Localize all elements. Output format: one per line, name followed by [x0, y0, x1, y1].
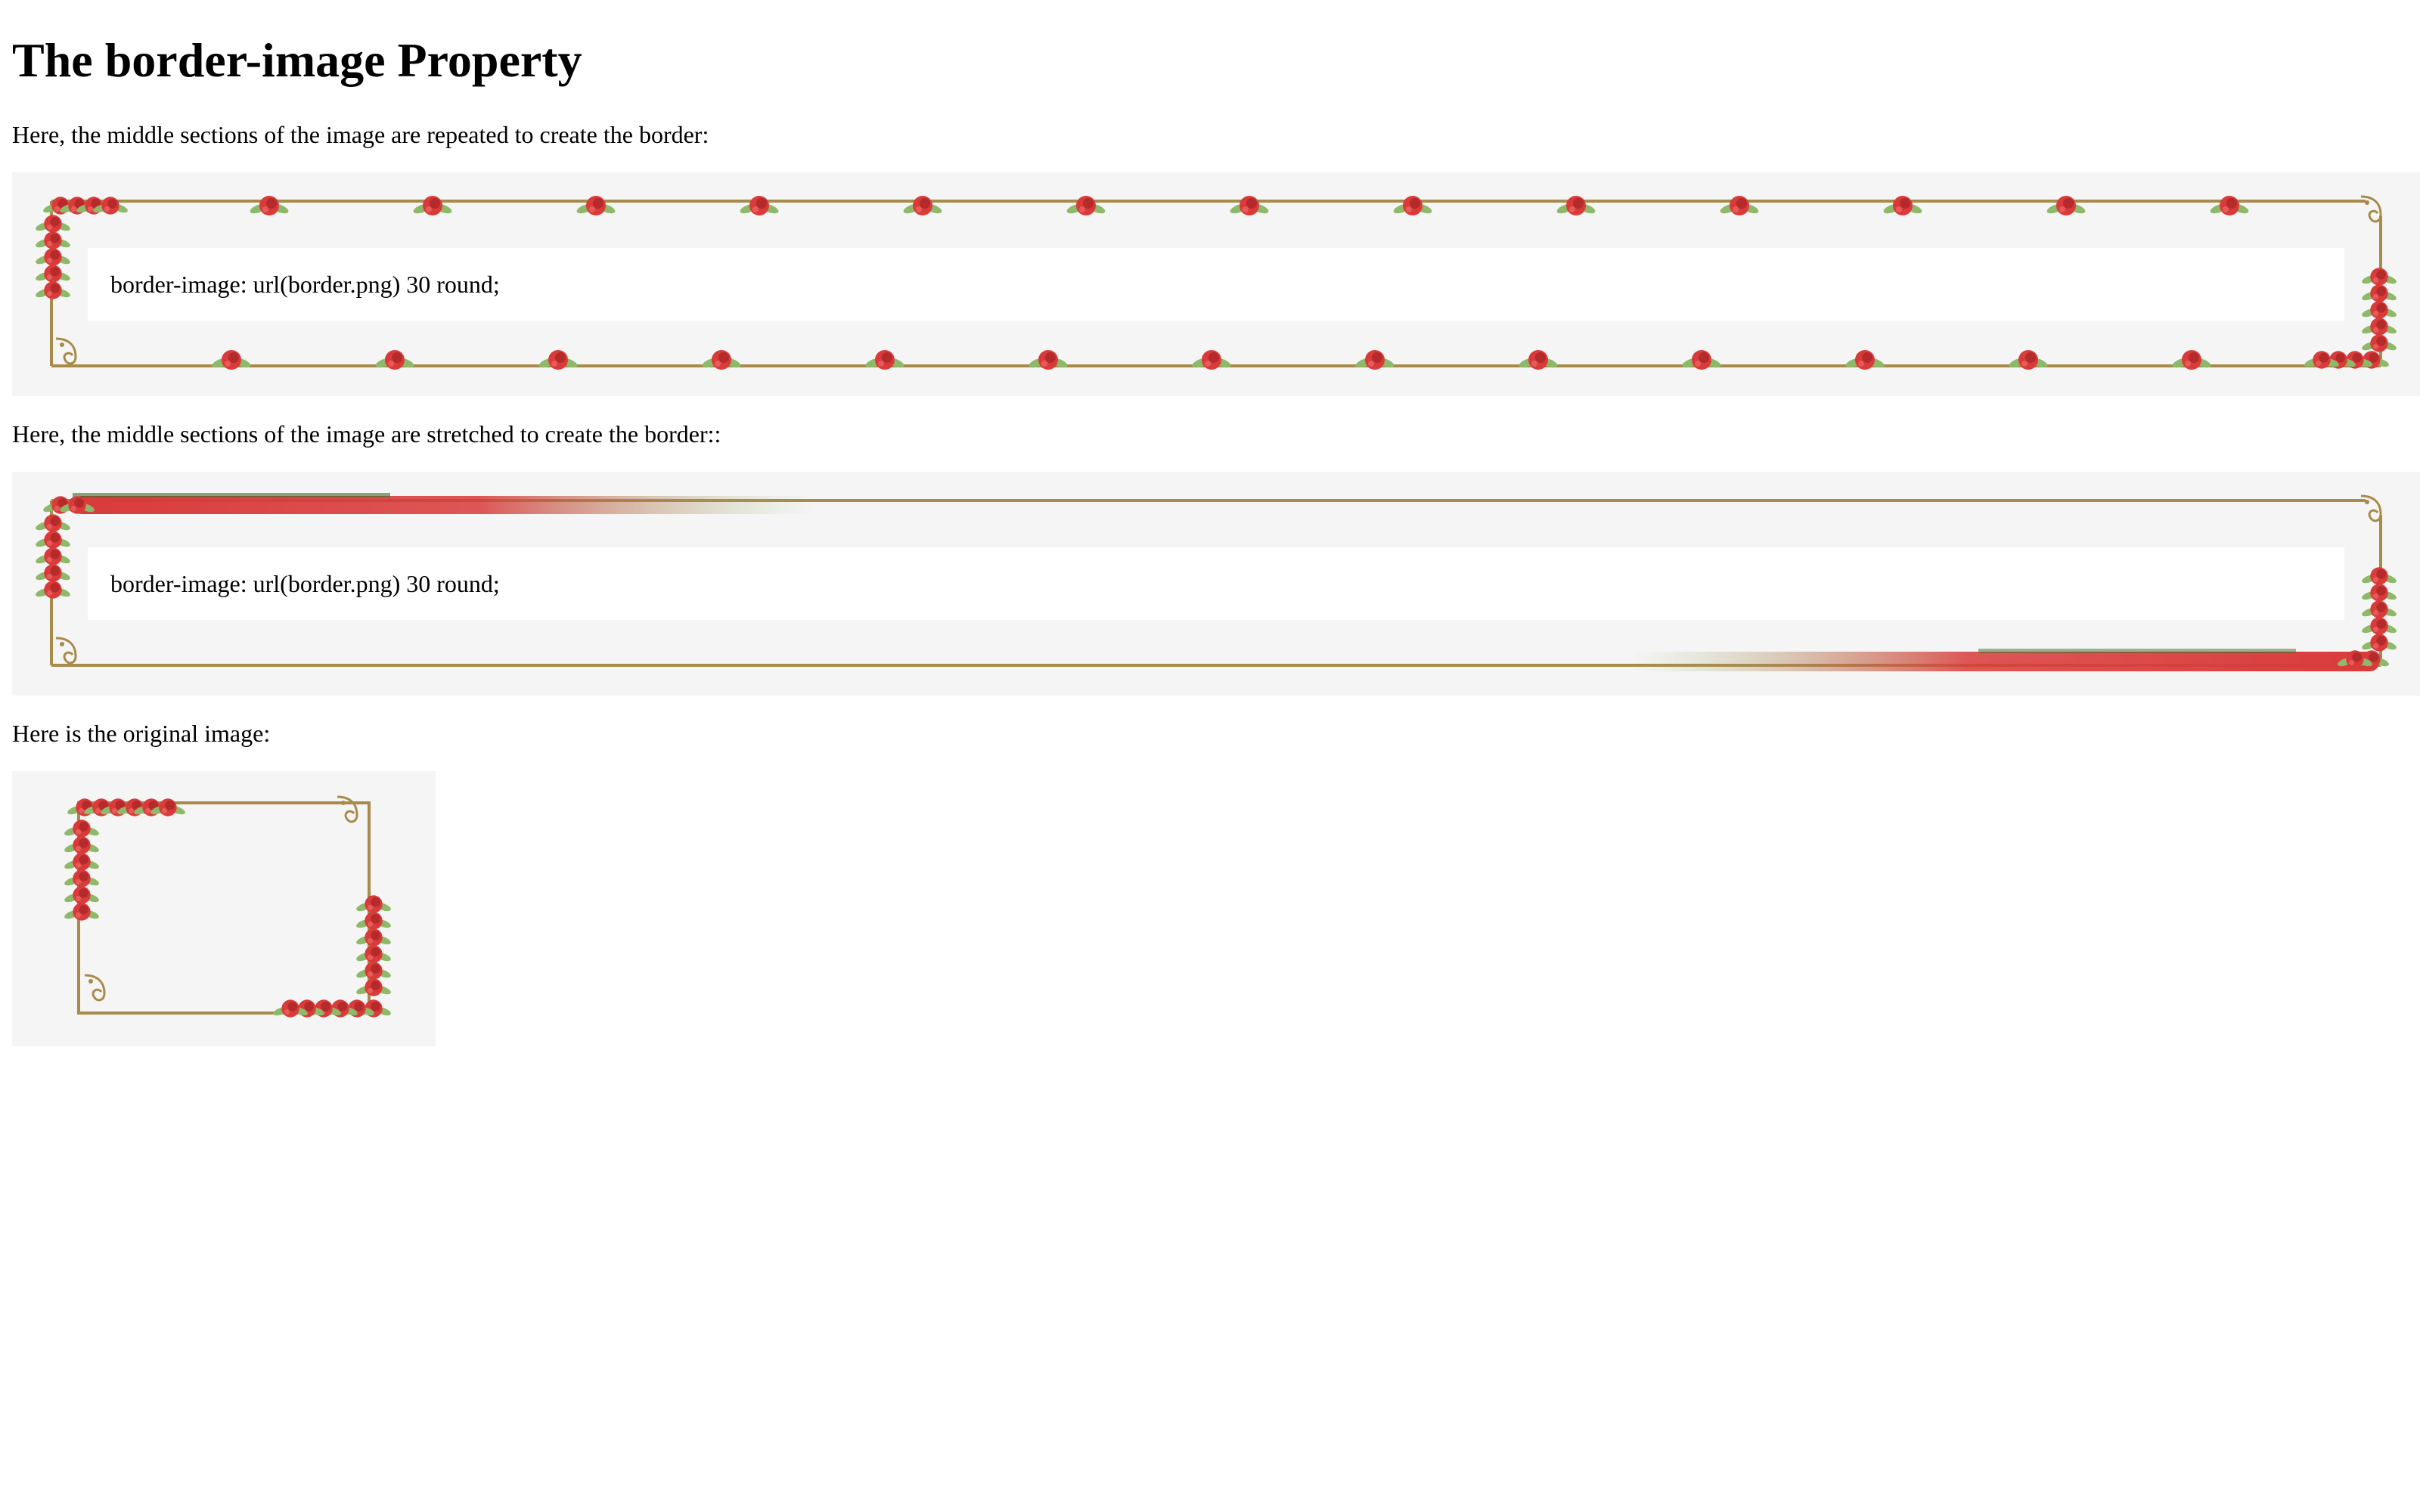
rose-icon — [2362, 318, 2397, 336]
stretch-border-demo: border-image: url(border.png) 30 round; — [12, 472, 2420, 696]
rose-icon — [2362, 600, 2397, 618]
rose-icon — [1393, 196, 1432, 215]
rose-icon — [250, 196, 289, 215]
rose-icon — [538, 350, 578, 370]
rose-icon — [1355, 350, 1395, 370]
section2-text: Here, the middle sections of the image a… — [12, 420, 721, 448]
rose-icon — [356, 912, 391, 930]
rose-icon — [413, 196, 452, 215]
rose-icon — [2362, 268, 2397, 286]
rose-icon — [36, 265, 70, 283]
rose-icon — [1845, 350, 1885, 370]
rose-icon — [212, 350, 251, 370]
original-border-image — [64, 795, 391, 1018]
rose-icon — [36, 531, 70, 549]
rose-icon — [2362, 284, 2397, 302]
corner-scroll-icon — [337, 795, 358, 823]
rose-icon — [64, 836, 99, 854]
rose-icon — [2362, 334, 2397, 352]
rose-icon — [375, 350, 414, 370]
rose-icon — [1682, 350, 1721, 370]
rose-icon — [1883, 196, 1922, 215]
rose-icon — [740, 196, 779, 215]
rose-icon — [702, 350, 741, 370]
round-border-demo: border-image: url(border.png) 30 round; — [12, 172, 2420, 396]
rose-icon — [36, 581, 70, 599]
rose-icon — [2362, 567, 2397, 585]
rose-icon — [36, 564, 70, 582]
rose-icon — [865, 350, 904, 370]
rose-icon — [2362, 634, 2397, 652]
rose-icon — [36, 215, 70, 233]
rose-icon — [36, 547, 70, 565]
rose-icon — [36, 248, 70, 266]
stretch-border-code: border-image: url(border.png) 30 round; — [110, 570, 500, 597]
rose-icon — [64, 886, 99, 904]
rose-icon — [36, 514, 70, 532]
stretched-bottom-streak — [1630, 652, 2379, 671]
rose-icon — [64, 903, 99, 921]
section1-text: Here, the middle sections of the image a… — [12, 121, 709, 148]
rose-icon — [64, 853, 99, 871]
rose-icon — [1519, 350, 1558, 370]
rose-icon — [64, 869, 99, 888]
rose-icon — [356, 895, 391, 913]
rose-icon — [2362, 301, 2397, 319]
corner-scroll-icon — [55, 637, 77, 665]
rose-icon — [356, 962, 391, 980]
round-border-code: border-image: url(border.png) 30 round; — [110, 271, 500, 298]
corner-scroll-icon — [84, 974, 106, 1002]
page-title: The border-image Property — [12, 33, 582, 87]
rose-icon — [576, 196, 616, 215]
rose-icon — [1066, 196, 1106, 215]
rose-icon — [356, 978, 391, 996]
corner-scroll-icon — [55, 337, 77, 365]
rose-icon — [36, 281, 70, 299]
stretch-border-content: border-image: url(border.png) 30 round; — [88, 547, 2344, 620]
section3-text: Here is the original image: — [12, 720, 271, 747]
rose-icon — [1556, 196, 1596, 215]
rose-icon — [2210, 196, 2249, 215]
rose-icon — [2172, 350, 2211, 370]
rose-icon — [1720, 196, 1759, 215]
round-border-content: border-image: url(border.png) 30 round; — [88, 248, 2344, 321]
rose-icon — [64, 820, 99, 838]
rose-icon — [2362, 584, 2397, 602]
rose-icon — [2046, 196, 2086, 215]
rose-icon — [1192, 350, 1231, 370]
rose-icon — [36, 231, 70, 249]
rose-icon — [1230, 196, 1269, 215]
rose-icon — [903, 196, 942, 215]
original-image — [12, 771, 436, 1046]
rose-icon — [1028, 350, 1068, 370]
rose-icon — [2362, 617, 2397, 635]
rose-icon — [356, 928, 391, 947]
stretched-top-streak — [73, 496, 814, 514]
rose-icon — [356, 945, 391, 963]
rose-icon — [2009, 350, 2048, 370]
